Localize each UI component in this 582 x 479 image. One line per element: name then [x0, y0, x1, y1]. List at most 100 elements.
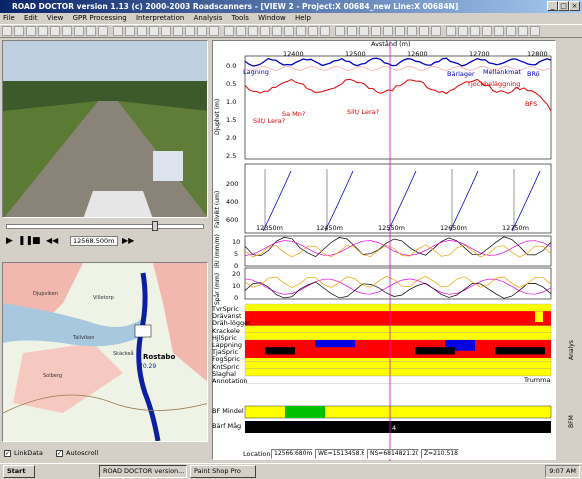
depth-tick: 0.5 [226, 80, 236, 88]
toolbar-button[interactable] [446, 26, 456, 36]
menu-interpretation[interactable]: Interpretation [136, 14, 184, 22]
toolbar-button[interactable] [371, 26, 381, 36]
toolbar-button[interactable] [14, 26, 24, 36]
fall-annotation: 12750m [502, 224, 529, 232]
toolbar-button[interactable] [248, 26, 258, 36]
toolbar-button[interactable] [185, 26, 195, 36]
condition-segment [315, 340, 355, 347]
taskbar-item-roaddoctor[interactable]: ROAD DOCTOR version... [99, 465, 187, 478]
depth-annotation: BRö [527, 70, 540, 78]
depth-annotation: Lagning [243, 68, 269, 76]
toolbar-button[interactable] [419, 26, 429, 36]
toolbar-button[interactable] [26, 26, 36, 36]
toolbar-button[interactable] [272, 26, 282, 36]
toolbar-button[interactable] [335, 26, 345, 36]
toolbar-button[interactable] [86, 26, 96, 36]
toolbar-button[interactable] [149, 26, 159, 36]
toolbar-button[interactable] [50, 26, 60, 36]
map-panel[interactable]: Rostabo 70.29 Djupviken Villetorp Tallvi… [2, 262, 208, 442]
toolbar-button[interactable] [383, 26, 393, 36]
toolbar-button[interactable] [74, 26, 84, 36]
stop-icon[interactable]: ■ [32, 236, 41, 246]
taskbar-item-psp[interactable]: Paint Shop Pro [190, 465, 256, 478]
step-back-icon[interactable]: ◀◀ [46, 236, 58, 245]
condition-row [245, 369, 551, 376]
map-label: Tallviken [73, 335, 94, 341]
menu-gpr[interactable]: GPR Processing [73, 14, 127, 22]
depth-annotation: BFS [525, 100, 537, 108]
video-seek-bar[interactable] [6, 224, 204, 229]
depth-annotation: Sa Mn? [282, 110, 305, 118]
toolbar-button[interactable] [320, 26, 330, 36]
bfm-label-2: Bärf Måg [212, 422, 241, 430]
close-button[interactable]: × [569, 1, 580, 11]
x-tick: 12400 [283, 50, 304, 58]
toolbar-button[interactable] [359, 26, 369, 36]
toolbar-button[interactable] [308, 26, 318, 36]
depth-annotation: Silt/ Lera? [347, 108, 379, 116]
depth-tick: 1.5 [226, 116, 236, 124]
depth-annotation: Silt/ Lera? [253, 117, 285, 125]
linkdata-checkbox[interactable]: ✓ [4, 450, 11, 457]
linkdata-label: LinkData [14, 449, 43, 457]
menu-file[interactable]: File [3, 14, 15, 22]
toolbar-button[interactable] [296, 26, 306, 36]
menu-window[interactable]: Window [258, 14, 286, 22]
toolbar-button[interactable] [407, 26, 417, 36]
spar-tick: 20 [232, 270, 240, 278]
toolbar-button[interactable] [284, 26, 294, 36]
condition-row [245, 362, 551, 369]
menu-help[interactable]: Help [295, 14, 311, 22]
autoscroll-checkbox[interactable]: ✓ [56, 450, 63, 457]
ns-field: NS=6814821.204 [367, 449, 419, 459]
toolbar-button[interactable] [347, 26, 357, 36]
depth-tick: 2.5 [226, 152, 236, 160]
maximize-button[interactable]: □ [558, 1, 569, 11]
toolbar-button[interactable] [530, 26, 540, 36]
map-canvas[interactable] [3, 263, 208, 442]
toolbar-button[interactable] [224, 26, 234, 36]
condition-row [245, 333, 551, 340]
toolbar-button[interactable] [137, 26, 147, 36]
step-forward-icon[interactable]: ▶▶ [122, 236, 134, 245]
toolbar-button[interactable] [395, 26, 405, 36]
menu-tools[interactable]: Tools [232, 14, 249, 22]
minimize-button[interactable]: _ [547, 1, 558, 11]
toolbar-button[interactable] [2, 26, 12, 36]
menu-view[interactable]: View [47, 14, 64, 22]
toolbar-button[interactable] [518, 26, 528, 36]
toolbar-button[interactable] [260, 26, 270, 36]
toolbar-button[interactable] [470, 26, 480, 36]
bfm-bar [245, 421, 551, 433]
seek-thumb[interactable] [152, 221, 158, 231]
toolbar-button[interactable] [161, 26, 171, 36]
toolbar-button[interactable] [113, 26, 123, 36]
fall-y-label: Fallvikt (um) [214, 191, 221, 228]
menu-analysis[interactable]: Analysis [194, 14, 223, 22]
toolbar-button[interactable] [458, 26, 468, 36]
pause-icon[interactable]: ❚❚ [18, 236, 33, 246]
toolbar-button[interactable] [209, 26, 219, 36]
spar-tick: 0 [234, 294, 238, 302]
toolbar-button[interactable] [506, 26, 516, 36]
play-icon[interactable]: ▶ [6, 236, 13, 246]
toolbar-button[interactable] [38, 26, 48, 36]
toolbar-button[interactable] [197, 26, 207, 36]
condition-row [245, 304, 551, 311]
toolbar-button[interactable] [62, 26, 72, 36]
toolbar-button[interactable] [125, 26, 135, 36]
plots-panel [212, 40, 556, 460]
menu-edit[interactable]: Edit [24, 14, 38, 22]
toolbar-button[interactable] [236, 26, 246, 36]
toolbar-button[interactable] [98, 26, 108, 36]
map-place-label: Rostabo [143, 353, 175, 361]
fall-tick: 200 [226, 180, 238, 188]
toolbar-button[interactable] [482, 26, 492, 36]
toolbar-button[interactable] [173, 26, 183, 36]
start-button[interactable]: Start [3, 465, 35, 478]
toolbar-button[interactable] [431, 26, 441, 36]
toolbar-button[interactable] [494, 26, 504, 36]
menu-bar: File Edit View GPR Processing Interpreta… [0, 13, 582, 24]
position-field[interactable]: 12568.500m [70, 236, 118, 246]
depth-annotation: Bärlager [447, 70, 475, 78]
